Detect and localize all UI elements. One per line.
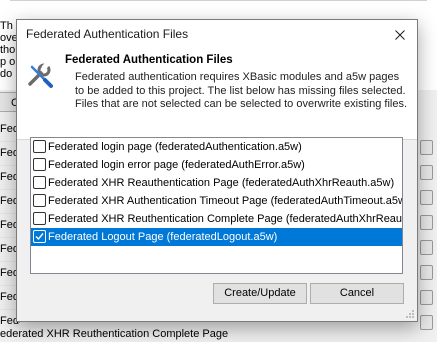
close-button[interactable] <box>383 20 417 49</box>
background-bottom-text: ederated XHR Reuthentication Complete Pa… <box>0 328 229 340</box>
close-icon <box>395 29 405 40</box>
file-list-item[interactable]: Federated XHR Authentication Timeout Pag… <box>31 192 402 210</box>
background-chip[interactable] <box>420 240 433 255</box>
file-list-item[interactable]: Federated XHR Reauthentication Page (fed… <box>31 174 402 192</box>
header-title: Federated Authentication Files <box>65 54 233 66</box>
checkmark-icon <box>35 232 44 240</box>
background-right-column <box>417 140 437 340</box>
file-list-item[interactable]: Federated login error page (federatedAut… <box>31 156 402 174</box>
federated-auth-dialog: Federated Authentication Files Federated… <box>16 19 418 322</box>
cancel-button[interactable]: Cancel <box>310 283 404 304</box>
tools-icon <box>28 62 53 88</box>
file-checkbox[interactable] <box>33 139 46 153</box>
file-checkbox[interactable] <box>33 211 46 225</box>
file-label: Federated login error page (federatedAut… <box>48 159 305 172</box>
files-checklist[interactable]: Federated login page (federatedAuthentic… <box>30 137 403 274</box>
dialog-titlebar[interactable]: Federated Authentication Files <box>17 20 417 49</box>
dialog-header: Federated Authentication Files Federated… <box>17 49 417 140</box>
file-checkbox[interactable] <box>33 157 46 171</box>
file-label: Federated XHR Reauthentication Page (fed… <box>48 177 395 190</box>
dialog-title: Federated Authentication Files <box>26 27 189 41</box>
background-chip[interactable] <box>420 265 433 280</box>
background-chip[interactable] <box>420 140 433 155</box>
file-label: Federated login page (federatedAuthentic… <box>48 141 302 154</box>
create-update-button[interactable]: Create/Update <box>213 283 307 304</box>
file-checkbox[interactable] <box>33 175 46 189</box>
file-list-item[interactable]: Federated XHR Reuthentication Complete P… <box>31 210 402 228</box>
background-divider <box>10 0 427 1</box>
header-description: Federated authentication requires XBasic… <box>75 71 408 110</box>
background-chip[interactable] <box>420 290 433 305</box>
resize-grip-icon[interactable] <box>405 309 415 319</box>
file-label: Federated XHR Reuthentication Complete P… <box>48 213 402 226</box>
file-label: Federated XHR Authentication Timeout Pag… <box>48 195 402 208</box>
file-checkbox[interactable] <box>33 193 46 207</box>
file-checkbox[interactable] <box>33 229 46 243</box>
background-chip[interactable] <box>420 165 433 180</box>
file-list-item[interactable]: Federated login page (federatedAuthentic… <box>31 138 402 156</box>
background-chip[interactable] <box>420 190 433 205</box>
file-label: Federated Logout Page (federatedLogout.a… <box>48 231 278 244</box>
file-list-item[interactable]: Federated Logout Page (federatedLogout.a… <box>31 228 402 246</box>
background-chip[interactable] <box>420 215 433 230</box>
